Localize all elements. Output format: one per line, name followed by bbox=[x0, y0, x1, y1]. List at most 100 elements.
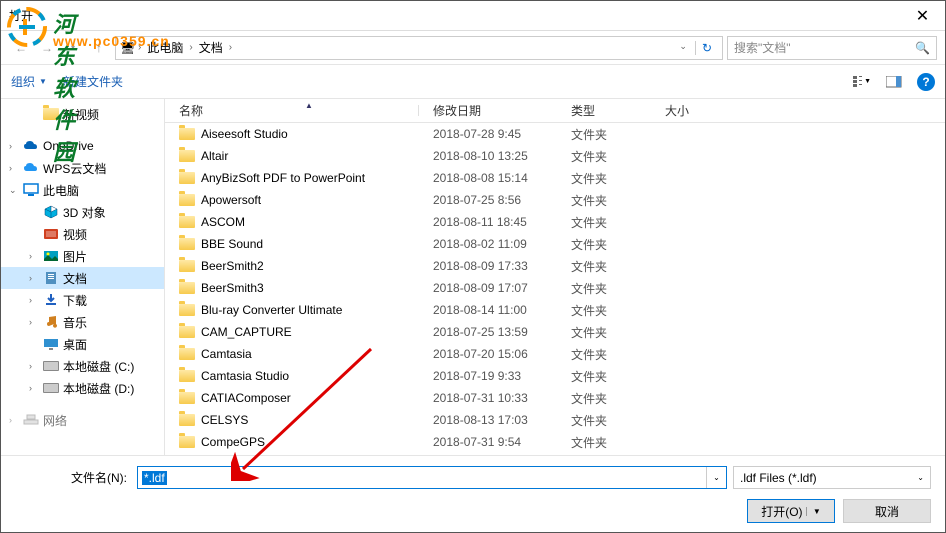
chevron-icon: › bbox=[29, 361, 39, 371]
sidebar-item[interactable]: 新视频 bbox=[1, 103, 164, 125]
column-headers: 名称▲ 修改日期 类型 大小 bbox=[165, 99, 945, 123]
open-button[interactable]: 打开(O) ▼ bbox=[747, 499, 835, 523]
chevron-icon: › bbox=[29, 251, 39, 261]
file-row[interactable]: Camtasia Studio2018-07-19 9:33文件夹 bbox=[165, 365, 945, 387]
sidebar-item-label: 本地磁盘 (D:) bbox=[63, 380, 134, 397]
file-row[interactable]: Aiseesoft Studio2018-07-28 9:45文件夹 bbox=[165, 123, 945, 145]
filename-dropdown[interactable]: ⌄ bbox=[706, 467, 726, 488]
sidebar-item[interactable]: ›本地磁盘 (D:) bbox=[1, 377, 164, 399]
file-name: BeerSmith2 bbox=[201, 259, 264, 273]
image-icon bbox=[43, 249, 59, 263]
file-row[interactable]: CAM_CAPTURE2018-07-25 13:59文件夹 bbox=[165, 321, 945, 343]
chevron-icon: › bbox=[9, 163, 19, 173]
sidebar-item[interactable]: ⌄此电脑 bbox=[1, 179, 164, 201]
file-type: 文件夹 bbox=[557, 126, 651, 143]
file-row[interactable]: ASCOM2018-08-11 18:45文件夹 bbox=[165, 211, 945, 233]
file-row[interactable]: AnyBizSoft PDF to PowerPoint2018-08-08 1… bbox=[165, 167, 945, 189]
breadcrumb[interactable]: 🖥 › 此电脑 › 文档 › ⌄ ↻ bbox=[115, 36, 723, 60]
file-type: 文件夹 bbox=[557, 192, 651, 209]
sidebar-item[interactable]: › 下载 bbox=[1, 289, 164, 311]
file-name: Aiseesoft Studio bbox=[201, 127, 288, 141]
folder-icon bbox=[179, 194, 195, 206]
file-date: 2018-08-08 15:14 bbox=[419, 171, 557, 185]
sidebar-item[interactable]: 视频 bbox=[1, 223, 164, 245]
file-row[interactable]: CompeGPS2018-07-31 9:54文件夹 bbox=[165, 431, 945, 453]
file-row[interactable]: BeerSmith22018-08-09 17:33文件夹 bbox=[165, 255, 945, 277]
refresh-button[interactable]: ↻ bbox=[695, 41, 718, 55]
nav-back-button[interactable]: ← bbox=[9, 36, 33, 60]
sidebar: 新视频›OneDrive›WPS云文档⌄此电脑3D 对象视频›图片›文档›下载›… bbox=[1, 99, 165, 455]
chevron-icon: › bbox=[29, 295, 39, 305]
cancel-button[interactable]: 取消 bbox=[843, 499, 931, 523]
sidebar-item[interactable]: ›文档 bbox=[1, 267, 164, 289]
column-type[interactable]: 类型 bbox=[557, 102, 651, 119]
sidebar-item[interactable]: ›图片 bbox=[1, 245, 164, 267]
organize-button[interactable]: 组织▼ bbox=[11, 73, 47, 90]
net-icon bbox=[23, 413, 39, 427]
sidebar-item-label: 网络 bbox=[43, 412, 67, 429]
sidebar-item[interactable]: › 网络 bbox=[1, 409, 164, 431]
file-type: 文件夹 bbox=[557, 236, 651, 253]
sidebar-item[interactable]: ›OneDrive bbox=[1, 135, 164, 157]
breadcrumb-dropdown[interactable]: ⌄ bbox=[673, 41, 693, 55]
sidebar-item-label: 3D 对象 bbox=[63, 204, 106, 221]
file-type: 文件夹 bbox=[557, 302, 651, 319]
breadcrumb-part[interactable]: 此电脑 bbox=[143, 39, 187, 56]
search-icon: 🔍 bbox=[915, 41, 930, 55]
toolbar: 组织▼ 新建文件夹 ▼ ? bbox=[1, 65, 945, 99]
view-options-button[interactable]: ▼ bbox=[853, 73, 871, 91]
sidebar-item-label: 本地磁盘 (C:) bbox=[63, 358, 134, 375]
sidebar-item-label: 下载 bbox=[63, 292, 87, 309]
nav-forward-button[interactable]: → bbox=[35, 36, 59, 60]
music-icon bbox=[43, 315, 59, 329]
file-name: CAM_CAPTURE bbox=[201, 325, 292, 339]
file-date: 2018-08-09 17:33 bbox=[419, 259, 557, 273]
file-name: CATIAComposer bbox=[201, 391, 291, 405]
file-date: 2018-08-13 17:03 bbox=[419, 413, 557, 427]
nav-recent-button[interactable]: ▾ bbox=[61, 36, 85, 60]
file-date: 2018-07-25 8:56 bbox=[419, 193, 557, 207]
column-size[interactable]: 大小 bbox=[651, 102, 721, 119]
close-button[interactable]: ✕ bbox=[900, 1, 945, 31]
sidebar-item-label: 文档 bbox=[63, 270, 87, 287]
sidebar-item[interactable]: 桌面 bbox=[1, 333, 164, 355]
chevron-icon: › bbox=[9, 141, 19, 151]
cloud-icon bbox=[23, 161, 39, 175]
folder-icon bbox=[179, 172, 195, 184]
breadcrumb-part[interactable]: 文档 bbox=[195, 39, 227, 56]
column-date[interactable]: 修改日期 bbox=[419, 102, 557, 119]
folder-icon bbox=[179, 436, 195, 448]
new-folder-button[interactable]: 新建文件夹 bbox=[63, 73, 123, 90]
chevron-icon: › bbox=[9, 415, 19, 425]
preview-pane-button[interactable] bbox=[885, 73, 903, 91]
sidebar-item-label: WPS云文档 bbox=[43, 160, 106, 177]
file-date: 2018-07-25 13:59 bbox=[419, 325, 557, 339]
file-list: 名称▲ 修改日期 类型 大小 Aiseesoft Studio2018-07-2… bbox=[165, 99, 945, 455]
file-name: Blu-ray Converter Ultimate bbox=[201, 303, 342, 317]
file-row[interactable]: Altair2018-08-10 13:25文件夹 bbox=[165, 145, 945, 167]
file-type: 文件夹 bbox=[557, 390, 651, 407]
folder-icon bbox=[179, 414, 195, 426]
file-type: 文件夹 bbox=[557, 368, 651, 385]
file-row[interactable]: Blu-ray Converter Ultimate2018-08-14 11:… bbox=[165, 299, 945, 321]
file-row[interactable]: Camtasia2018-07-20 15:06文件夹 bbox=[165, 343, 945, 365]
chevron-icon: ⌄ bbox=[9, 185, 19, 196]
sidebar-item[interactable]: › WPS云文档 bbox=[1, 157, 164, 179]
file-row[interactable]: Apowersoft2018-07-25 8:56文件夹 bbox=[165, 189, 945, 211]
doc-icon bbox=[43, 271, 59, 285]
nav-up-button[interactable]: ↑ bbox=[87, 36, 111, 60]
filename-input[interactable]: *.ldf ⌄ bbox=[137, 466, 727, 489]
pc-icon: 🖥 bbox=[120, 41, 136, 55]
sidebar-item[interactable]: ›音乐 bbox=[1, 311, 164, 333]
file-row[interactable]: CELSYS2018-08-13 17:03文件夹 bbox=[165, 409, 945, 431]
file-row[interactable]: CATIAComposer2018-07-31 10:33文件夹 bbox=[165, 387, 945, 409]
download-icon bbox=[43, 293, 59, 307]
column-name[interactable]: 名称▲ bbox=[165, 102, 419, 119]
help-button[interactable]: ? bbox=[917, 73, 935, 91]
sidebar-item[interactable]: › 本地磁盘 (C:) bbox=[1, 355, 164, 377]
sidebar-item[interactable]: 3D 对象 bbox=[1, 201, 164, 223]
search-input[interactable]: 搜索"文档" 🔍 bbox=[727, 36, 937, 60]
filetype-filter[interactable]: .ldf Files (*.ldf) ⌄ bbox=[733, 466, 931, 489]
file-row[interactable]: BeerSmith32018-08-09 17:07文件夹 bbox=[165, 277, 945, 299]
file-row[interactable]: BBE Sound2018-08-02 11:09文件夹 bbox=[165, 233, 945, 255]
